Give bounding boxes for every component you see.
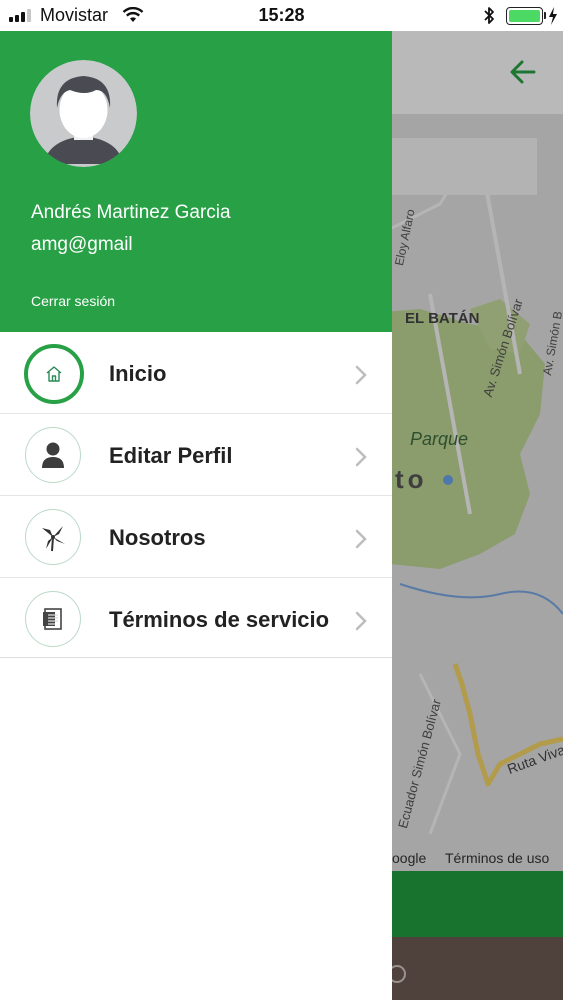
menu-item-terminos[interactable]: Términos de servicio [0,578,392,658]
document-icon [25,591,81,647]
user-name: Andrés Martinez Garcia [31,202,231,223]
status-bar: Movistar 15:28 [0,0,563,31]
menu-label: Términos de servicio [109,607,330,632]
chevron-right-icon [355,611,367,631]
menu-label: Nosotros [109,525,206,550]
battery-icon [506,7,543,25]
person-icon [25,427,81,483]
logout-link[interactable]: Cerrar sesión [31,293,115,309]
pinwheel-icon [25,509,81,565]
menu-label: Inicio [109,361,167,386]
menu-item-inicio[interactable]: Inicio [0,332,392,414]
charging-icon [549,7,557,25]
menu-item-editar-perfil[interactable]: Editar Perfil [0,414,392,496]
chevron-right-icon [355,529,367,549]
menu-label: Editar Perfil [109,443,233,468]
user-email: amg@gmail [31,234,133,255]
drawer-header: Andrés Martinez Garcia amg@gmail Cerrar … [0,31,392,332]
status-time: 15:28 [258,5,305,25]
home-icon [24,344,84,404]
bluetooth-icon [484,7,494,24]
menu-item-nosotros[interactable]: Nosotros [0,496,392,578]
chevron-right-icon [355,447,367,467]
avatar-icon [30,60,137,167]
drawer-menu: Inicio Editar Perfil Nosotros Términos d… [0,332,392,658]
navigation-drawer: Andrés Martinez Garcia amg@gmail Cerrar … [0,31,392,1000]
avatar[interactable] [30,60,137,167]
chevron-right-icon [355,365,367,385]
battery-tip [544,12,546,19]
